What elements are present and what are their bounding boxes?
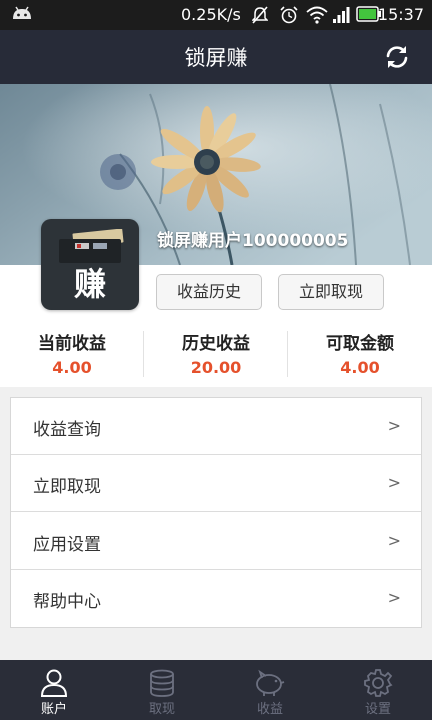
- stat-value: 4.00: [52, 358, 92, 377]
- piggy-bank-icon: [256, 669, 285, 696]
- alarm-icon: [280, 6, 298, 24]
- menu-item-label: 应用设置: [33, 535, 101, 555]
- clock: 15:37: [377, 5, 424, 24]
- earnings-history-button[interactable]: 收益历史: [156, 274, 262, 310]
- app-logo: 赚: [41, 219, 139, 310]
- wallet-icon: [59, 229, 124, 263]
- menu-item-app-settings[interactable]: 应用设置 >: [11, 513, 421, 570]
- mute-icon: [252, 6, 268, 24]
- coins-icon: [150, 669, 174, 697]
- chevron-right-icon: >: [387, 416, 401, 435]
- withdraw-now-button[interactable]: 立即取现: [278, 274, 384, 310]
- logo-character: 赚: [73, 265, 106, 303]
- stat-label: 当前收益: [38, 334, 106, 354]
- android-icon: [13, 6, 31, 19]
- refresh-icon[interactable]: [384, 44, 410, 70]
- gear-icon: [364, 669, 393, 697]
- menu-item-label: 立即取现: [33, 477, 101, 497]
- tab-label: 取现: [148, 702, 175, 717]
- app-title: 锁屏赚: [184, 46, 248, 70]
- tab-earnings[interactable]: 收益: [216, 660, 324, 720]
- stat-label: 可取金额: [326, 334, 394, 354]
- stat-total-earnings: 历史收益 20.00: [144, 329, 288, 377]
- signal-icon: [333, 7, 350, 23]
- stat-current-earnings: 当前收益 4.00: [0, 329, 144, 377]
- menu-list: 收益查询 > 立即取现 > 应用设置 > 帮助中心 >: [10, 397, 422, 628]
- menu-item-help-center[interactable]: 帮助中心 >: [11, 570, 421, 627]
- bottom-tab-bar: 账户 取现 收益 设置: [0, 660, 432, 720]
- chevron-right-icon: >: [387, 588, 401, 607]
- network-speed: 0.25K/s: [181, 5, 241, 24]
- person-icon: [40, 669, 68, 697]
- tab-label: 账户: [40, 702, 67, 717]
- status-bar: 0.25K/s 15:37: [0, 0, 432, 30]
- menu-item-earnings-query[interactable]: 收益查询 >: [11, 398, 421, 455]
- menu-item-withdraw[interactable]: 立即取现 >: [11, 455, 421, 512]
- username: 锁屏赚用户100000005: [157, 231, 349, 251]
- stat-label: 历史收益: [182, 334, 250, 354]
- tab-withdraw[interactable]: 取现: [108, 660, 216, 720]
- tab-settings[interactable]: 设置: [324, 660, 432, 720]
- menu-item-label: 收益查询: [33, 420, 101, 440]
- tab-account[interactable]: 账户: [0, 660, 108, 720]
- chevron-right-icon: >: [387, 473, 401, 492]
- app-bar: 锁屏赚: [0, 30, 432, 84]
- earnings-stats: 当前收益 4.00 历史收益 20.00 可取金额 4.00: [0, 321, 432, 387]
- wifi-icon: [306, 6, 328, 24]
- stat-withdrawable-amount: 可取金额 4.00: [288, 329, 432, 377]
- tab-label: 设置: [364, 702, 391, 717]
- chevron-right-icon: >: [387, 531, 401, 550]
- tab-label: 收益: [256, 702, 283, 717]
- menu-item-label: 帮助中心: [33, 592, 101, 612]
- stat-value: 20.00: [190, 358, 242, 377]
- stat-value: 4.00: [340, 358, 380, 377]
